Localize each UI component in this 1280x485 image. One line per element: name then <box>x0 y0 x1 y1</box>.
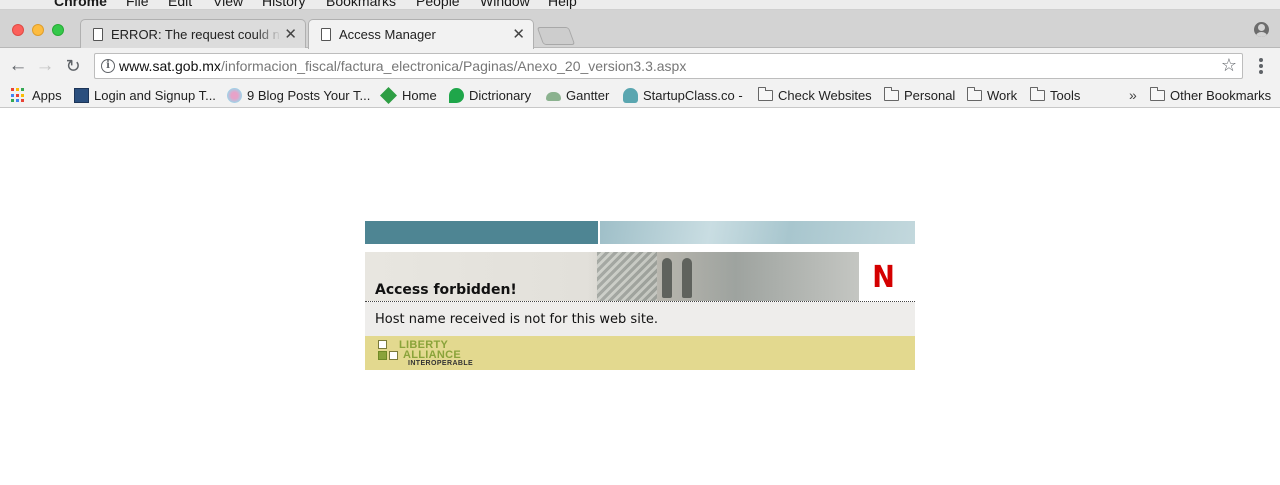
folder-icon <box>1150 87 1165 101</box>
tab-access-manager[interactable]: Access Manager ✕ <box>308 19 534 49</box>
bookmarks-overflow-chevron-icon[interactable]: » <box>1129 87 1137 103</box>
bookmark-label: Personal <box>904 88 956 103</box>
folder-icon <box>884 87 899 101</box>
profile-icon[interactable] <box>1254 22 1269 37</box>
bookmark-label: Other Bookmarks <box>1170 88 1272 103</box>
cloud-icon <box>546 92 561 101</box>
error-message: Host name received is not for this web s… <box>375 312 659 327</box>
url-text: www.sat.gob.mx/informacion_fiscal/factur… <box>119 58 686 74</box>
tab-strip: ERROR: The request could not be satisfie… <box>0 10 1280 49</box>
novell-logo: N <box>872 260 895 295</box>
site-favicon <box>380 87 397 104</box>
tab-title: ERROR: The request could not be satisfie… <box>111 27 281 42</box>
liberty-alliance-logo: LIBERTY ALLIANCE INTEROPERABLE <box>378 339 478 369</box>
bookmark-star-icon[interactable]: ☆ <box>1221 55 1237 76</box>
menu-file[interactable]: File <box>126 0 149 9</box>
bookmark-folder-work[interactable]: Work <box>967 86 1022 106</box>
bookmark-folder-personal[interactable]: Personal <box>884 86 959 106</box>
banner-strip-photo <box>600 221 915 244</box>
forward-arrow-icon[interactable]: → <box>34 55 56 77</box>
info-icon[interactable]: i <box>101 59 115 73</box>
bookmark-gantter[interactable]: Gantter <box>546 86 616 106</box>
tab-title: Access Manager <box>339 27 436 42</box>
close-icon[interactable]: ✕ <box>512 25 525 43</box>
bookmark-label: 9 Blog Posts Your T... <box>247 88 371 103</box>
bookmark-label: Dictrionary <box>469 88 532 103</box>
menu-view[interactable]: View <box>213 0 243 9</box>
bookmark-label: Home <box>402 88 437 103</box>
bookmark-label: Gantter <box>566 88 610 103</box>
url-path: /informacion_fiscal/factura_electronica/… <box>220 58 687 74</box>
logo-square <box>378 351 387 360</box>
access-error-panel: Access forbidden! N Host name received i… <box>365 221 915 370</box>
folder-icon <box>1030 87 1045 101</box>
speech-bubble-icon <box>449 88 464 103</box>
bookmark-login-signup[interactable]: Login and Signup T... <box>74 86 219 106</box>
address-bar[interactable]: i www.sat.gob.mx/informacion_fiscal/fact… <box>94 53 1243 79</box>
window-close-button[interactable] <box>12 24 24 36</box>
banner-gap <box>365 244 915 252</box>
page-content: Access forbidden! N Host name received i… <box>0 109 1280 485</box>
menu-help[interactable]: Help <box>548 0 577 9</box>
tab-error[interactable]: ERROR: The request could not be satisfie… <box>80 19 306 48</box>
back-arrow-icon[interactable]: ← <box>7 55 29 77</box>
page-icon <box>321 28 331 41</box>
person-figure <box>682 258 692 298</box>
url-host: www.sat.gob.mx <box>119 58 221 74</box>
window-minimize-button[interactable] <box>32 24 44 36</box>
site-favicon <box>227 88 242 103</box>
message-row: Host name received is not for this web s… <box>365 302 915 336</box>
site-favicon <box>623 88 638 103</box>
bookmark-apps[interactable]: Apps <box>11 86 66 106</box>
bookmark-label: StartupClass.co - <box>643 88 743 103</box>
menu-history[interactable]: History <box>262 0 306 9</box>
menu-app-name[interactable]: Chrome <box>54 0 107 9</box>
panel-footer: LIBERTY ALLIANCE INTEROPERABLE <box>365 336 915 370</box>
bookmark-folder-tools[interactable]: Tools <box>1030 86 1085 106</box>
macos-menu-bar: Chrome File Edit View History Bookmarks … <box>0 0 1280 10</box>
person-figure <box>662 258 672 298</box>
menu-bookmarks[interactable]: Bookmarks <box>326 0 396 9</box>
folder-icon <box>967 87 982 101</box>
logo-text-interoperable: INTEROPERABLE <box>408 360 474 367</box>
menu-window[interactable]: Window <box>480 0 530 9</box>
bookmark-label: Tools <box>1050 88 1081 103</box>
bookmark-label: Apps <box>32 88 62 103</box>
apps-grid-icon <box>11 88 26 103</box>
bookmark-folder-other[interactable]: Other Bookmarks <box>1150 86 1275 106</box>
bookmark-blog-posts[interactable]: 9 Blog Posts Your T... <box>227 86 372 106</box>
menu-edit[interactable]: Edit <box>168 0 192 9</box>
menu-people[interactable]: People <box>416 0 460 9</box>
new-tab-button[interactable] <box>536 27 576 45</box>
bookmark-label: Check Websites <box>778 88 872 103</box>
close-icon[interactable]: ✕ <box>284 25 297 43</box>
banner-image: Access forbidden! <box>365 252 859 301</box>
bookmark-dictrionary[interactable]: Dictrionary <box>449 86 539 106</box>
browser-toolbar: ← → ↻ i www.sat.gob.mx/informacion_fisca… <box>0 48 1280 84</box>
novell-logo-box: N <box>859 252 915 301</box>
page-icon <box>93 28 103 41</box>
logo-square <box>389 351 398 360</box>
chrome-menu-icon[interactable] <box>1256 55 1266 77</box>
site-favicon <box>74 88 89 103</box>
bookmark-folder-check-websites[interactable]: Check Websites <box>758 86 876 106</box>
banner-strip-teal <box>365 221 598 244</box>
bookmarks-bar: Apps Login and Signup T... 9 Blog Posts … <box>0 84 1280 108</box>
bookmark-label: Login and Signup T... <box>94 88 216 103</box>
bookmark-home[interactable]: Home <box>380 86 441 106</box>
logo-square <box>378 340 387 349</box>
bookmark-startupclass[interactable]: StartupClass.co - <box>623 86 748 106</box>
window-maximize-button[interactable] <box>52 24 64 36</box>
folder-icon <box>758 87 773 101</box>
building-graphic <box>597 252 657 301</box>
page-title: Access forbidden! <box>375 282 517 298</box>
reload-icon[interactable]: ↻ <box>62 55 84 77</box>
bookmark-label: Work <box>987 88 1018 103</box>
